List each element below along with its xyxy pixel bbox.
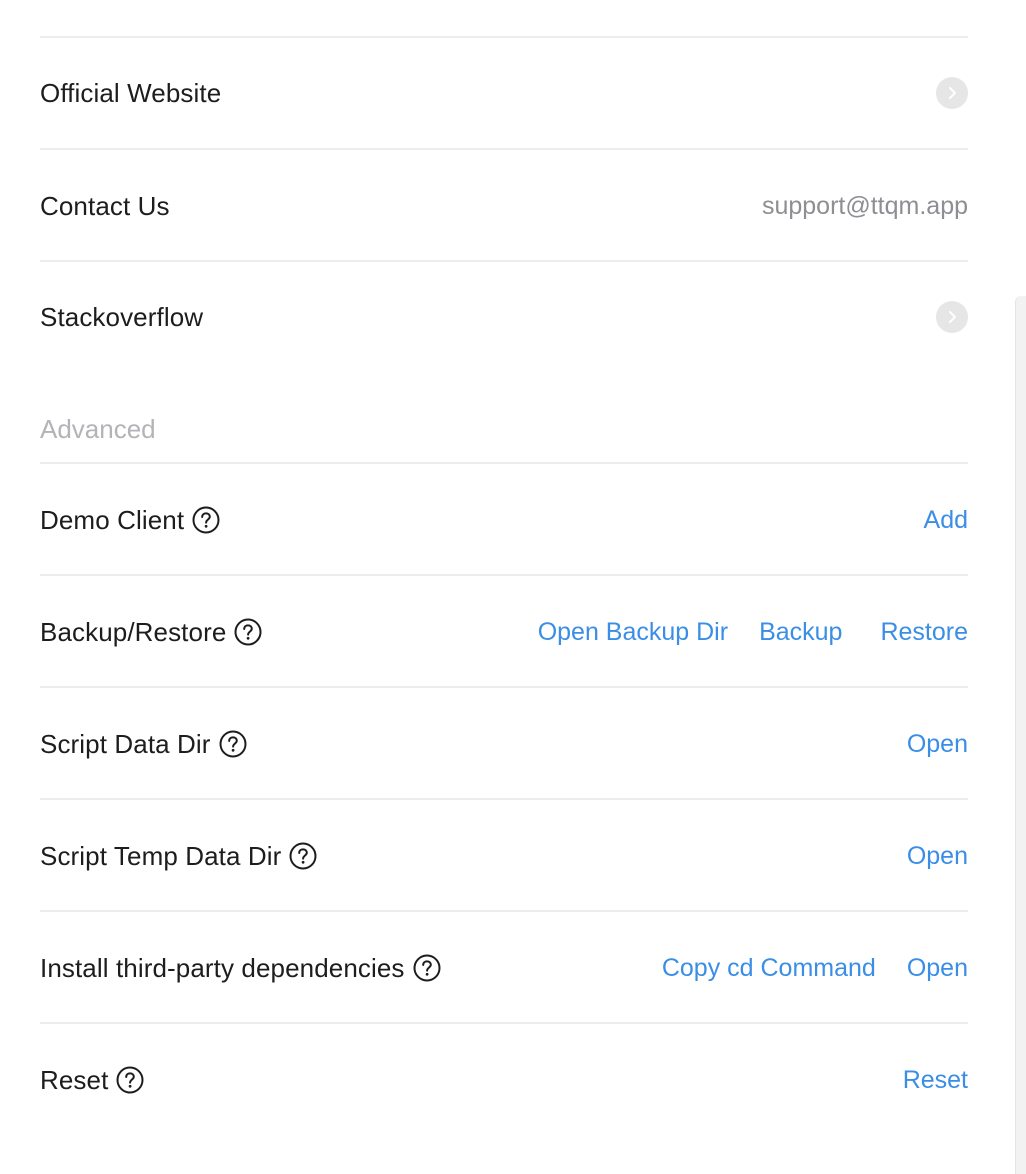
script-temp-data-dir-row: Script Temp Data Dir Open [40,836,968,876]
script-data-dir-row: Script Data Dir Open [40,724,968,764]
contact-us-label: Contact Us [40,191,170,221]
divider [40,910,968,912]
backup-restore-label: Backup/Restore [40,617,227,647]
question-circle-icon[interactable] [219,730,247,758]
open-script-temp-data-dir-button[interactable]: Open [907,842,968,871]
reset-row: Reset Reset [40,1060,968,1100]
open-script-data-dir-button[interactable]: Open [907,730,968,759]
chevron-right-icon[interactable] [936,301,968,333]
divider [40,260,968,262]
divider [40,574,968,576]
divider [40,462,968,464]
script-temp-data-dir-label: Script Temp Data Dir [40,841,282,871]
open-backup-dir-button[interactable]: Open Backup Dir [538,618,728,647]
divider [40,1022,968,1024]
reset-button[interactable]: Reset [903,1066,968,1095]
demo-client-row: Demo Client Add [40,500,968,540]
stackoverflow-label: Stackoverflow [40,302,204,332]
question-circle-icon[interactable] [289,842,317,870]
open-dependencies-dir-button[interactable]: Open [907,954,968,983]
backup-button[interactable]: Backup [759,618,842,647]
divider [40,148,968,150]
official-website-row[interactable]: Official Website [40,73,968,113]
copy-cd-command-button[interactable]: Copy cd Command [662,954,876,983]
question-circle-icon[interactable] [116,1066,144,1094]
demo-client-label: Demo Client [40,505,185,535]
scrollbar[interactable] [1015,296,1026,1174]
restore-button[interactable]: Restore [880,618,968,647]
divider [40,798,968,800]
question-circle-icon[interactable] [192,506,220,534]
reset-label: Reset [40,1065,109,1095]
backup-restore-row: Backup/Restore Open Backup Dir Backup Re… [40,612,968,652]
official-website-label: Official Website [40,78,222,108]
stackoverflow-row[interactable]: Stackoverflow [40,297,968,337]
install-dependencies-label: Install third-party dependencies [40,953,405,983]
advanced-section-title: Advanced [40,414,156,444]
add-demo-client-button[interactable]: Add [924,506,968,535]
divider [40,686,968,688]
contact-email[interactable]: support@ttqm.app [762,192,968,221]
settings-page: Official Website Contact Us support@ttqm… [0,0,1026,1174]
chevron-right-icon[interactable] [936,77,968,109]
question-circle-icon[interactable] [234,618,262,646]
divider [40,36,968,38]
script-data-dir-label: Script Data Dir [40,729,211,759]
install-dependencies-row: Install third-party dependencies Copy cd… [40,948,968,988]
question-circle-icon[interactable] [413,954,441,982]
contact-us-row: Contact Us support@ttqm.app [40,186,968,226]
